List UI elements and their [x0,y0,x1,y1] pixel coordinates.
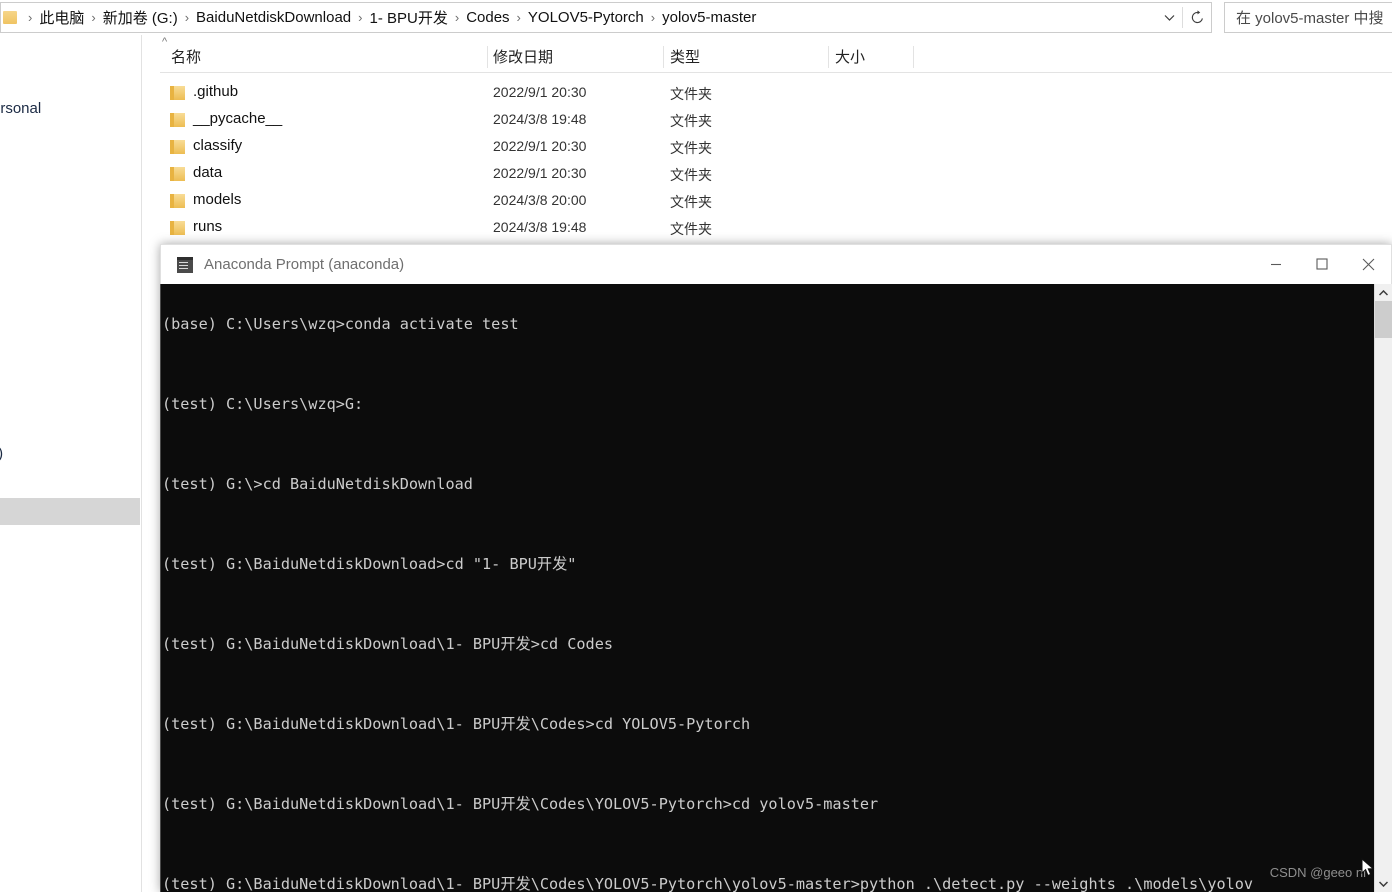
file-name: models [193,191,242,208]
window-title: Anaconda Prompt (anaconda) [204,256,405,273]
breadcrumb-separator: › [28,10,33,25]
folder-icon [170,167,185,181]
console-line-blank [162,594,1259,614]
console-line: (base) C:\Users\wzq>conda activate test [162,315,519,333]
chevron-down-icon[interactable] [1375,875,1392,892]
breadcrumb-item-0[interactable]: 此电脑 [35,6,88,29]
file-date: 2022/9/1 20:30 [493,165,587,181]
column-header-date[interactable]: 修改日期 [493,46,553,67]
file-type: 文件夹 [670,167,712,183]
window-controls [1253,245,1391,283]
file-type: 文件夹 [670,140,712,156]
file-date: 2022/9/1 20:30 [493,138,587,154]
column-divider[interactable] [913,46,914,68]
breadcrumb-item-6[interactable]: yolov5-master [658,8,760,27]
file-type: 文件夹 [670,113,712,129]
file-name: __pycache__ [193,110,283,127]
breadcrumb-separator: › [184,10,190,25]
file-date: 2022/9/1 20:30 [493,84,587,100]
breadcrumb-item-5[interactable]: YOLOV5-Pytorch [524,8,648,27]
console-title-bar[interactable]: Anaconda Prompt (anaconda) [160,244,1392,284]
console-output-area[interactable]: (base) C:\Users\wzq>conda activate test … [160,284,1392,892]
breadcrumb-item-3[interactable]: 1- BPU开发 [365,6,451,29]
console-line-blank [162,834,1259,854]
breadcrumb: › 此电脑 › 新加卷 (G:) › BaiduNetdiskDownload … [25,6,760,29]
table-row[interactable]: .github 2022/9/1 20:30 文件夹 [160,80,1392,107]
refresh-icon[interactable] [1183,3,1211,32]
table-row[interactable]: models 2024/3/8 20:00 文件夹 [160,188,1392,215]
close-icon[interactable] [1345,245,1391,283]
breadcrumb-separator: › [454,10,460,25]
console-scrollbar[interactable] [1374,284,1392,892]
search-input[interactable]: 在 yolov5-master 中搜 [1224,2,1392,33]
column-divider[interactable] [487,46,488,68]
console-icon [177,256,193,273]
mouse-cursor-icon [1361,857,1375,878]
file-type: 文件夹 [670,86,712,102]
chevron-up-icon[interactable] [1375,284,1392,301]
chevron-down-icon[interactable] [1156,3,1182,32]
nav-item-personal[interactable]: ersonal [0,100,41,117]
scrollbar-thumb[interactable] [1375,301,1392,338]
maximize-icon[interactable] [1299,245,1345,283]
file-date: 2024/3/8 20:00 [493,192,587,208]
console-line-command: (test) G:\BaiduNetdiskDownload\1- BPU开发\… [162,875,1254,892]
console-line-blank [162,434,1259,454]
console-line-blank [162,754,1259,774]
console-line: (test) G:\>cd BaiduNetdiskDownload [162,475,473,493]
nav-item-selected[interactable] [0,498,140,525]
file-name: data [193,164,223,181]
folder-icon [170,140,185,154]
file-name: .github [193,83,239,100]
folder-icon [170,86,185,100]
folder-icon [3,11,17,24]
folder-icon [170,194,185,208]
column-header-name[interactable]: 名称 [171,46,201,67]
address-bar-controls [1156,3,1211,32]
file-type: 文件夹 [670,194,712,210]
column-divider[interactable] [828,46,829,68]
table-row[interactable]: classify 2022/9/1 20:30 文件夹 [160,134,1392,161]
address-path-box[interactable]: › 此电脑 › 新加卷 (G:) › BaiduNetdiskDownload … [0,2,1212,33]
breadcrumb-item-2[interactable]: BaiduNetdiskDownload [192,8,355,27]
file-type: 文件夹 [670,221,712,237]
folder-icon [170,221,185,235]
console-line-blank [162,354,1259,374]
column-header-type[interactable]: 类型 [670,46,700,67]
anaconda-prompt-window: Anaconda Prompt (anaconda) (base) C:\Use… [160,244,1392,892]
nav-item-smiley[interactable]: :) [0,445,3,462]
folder-icon [170,113,185,127]
column-divider[interactable] [663,46,664,68]
file-name: runs [193,218,223,235]
breadcrumb-separator: › [91,10,96,25]
console-line: (test) C:\Users\wzq>G: [162,395,364,413]
minimize-icon[interactable] [1253,245,1299,283]
console-line: (test) G:\BaiduNetdiskDownload\1- BPU开发\… [162,795,879,813]
file-name: classify [193,137,243,154]
csdn-watermark: CSDN @geeo ni [1269,865,1366,880]
file-date: 2024/3/8 19:48 [493,111,587,127]
breadcrumb-separator: › [516,10,521,25]
table-row[interactable]: runs 2024/3/8 19:48 文件夹 [160,215,1392,242]
file-date: 2024/3/8 19:48 [493,219,587,235]
nav-pane-divider [141,0,142,892]
console-line-blank [162,514,1259,534]
breadcrumb-separator: › [650,10,656,25]
console-line: (test) G:\BaiduNetdiskDownload\1- BPU开发>… [162,635,613,653]
column-header-size[interactable]: 大小 [835,46,865,67]
table-row[interactable]: __pycache__ 2024/3/8 19:48 文件夹 [160,107,1392,134]
breadcrumb-item-1[interactable]: 新加卷 (G:) [99,6,182,29]
breadcrumb-item-4[interactable]: Codes [462,8,513,27]
address-bar: › 此电脑 › 新加卷 (G:) › BaiduNetdiskDownload … [0,0,1392,35]
console-line-blank [162,674,1259,694]
console-line: (test) G:\BaiduNetdiskDownload>cd "1- BP… [162,555,577,573]
console-line: (test) G:\BaiduNetdiskDownload\1- BPU开发\… [162,715,751,733]
table-row[interactable]: data 2022/9/1 20:30 文件夹 [160,161,1392,188]
file-list: .github 2022/9/1 20:30 文件夹 __pycache__ 2… [160,80,1392,242]
breadcrumb-separator: › [358,10,363,25]
column-header-row: 名称 修改日期 类型 大小 [160,42,1392,73]
console-text: (base) C:\Users\wzq>conda activate test … [162,294,1259,892]
